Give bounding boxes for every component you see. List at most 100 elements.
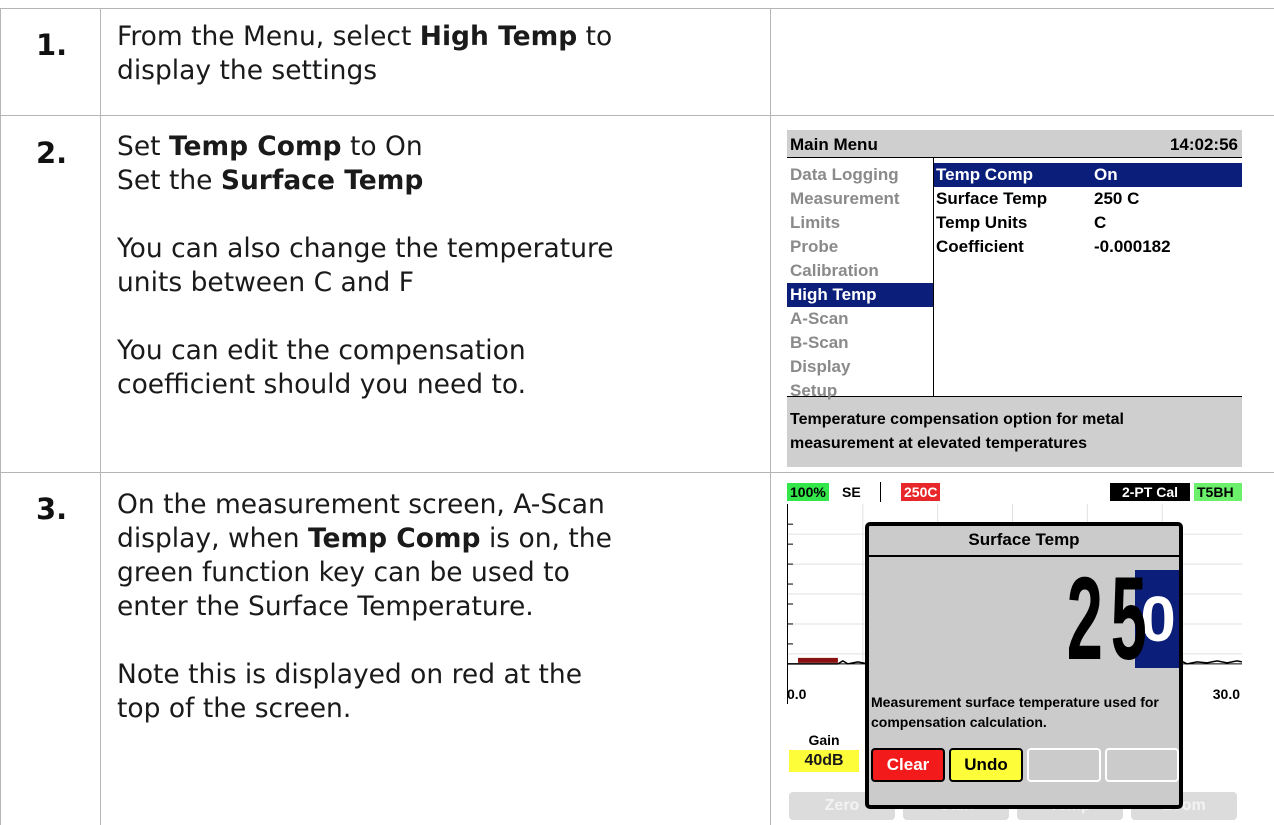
instruction-line: units between C and F [117, 266, 757, 300]
temperature-digit: 5 [1110, 553, 1147, 685]
menu-panel: Data Logging Measurement Limits Probe Calibr… [787, 157, 1242, 400]
step-1-instructions: From the Menu, select High Temp to displa… [117, 20, 757, 88]
setting-value: 250 C [1094, 189, 1140, 208]
menu-item-high-temp[interactable]: High Temp [787, 283, 933, 307]
menu-item-measurement[interactable]: Measurement [787, 187, 933, 211]
undo-button[interactable]: Undo [949, 748, 1023, 782]
gain-readout: Gain 40dB [789, 732, 859, 772]
instruction-emphasis: Temp Comp [168, 131, 342, 162]
instruction-line: display, when Temp Comp is on, the [117, 522, 757, 556]
instruction-line: On the measurement screen, A-Scan [117, 488, 757, 522]
menu-help-line: Temperature compensation option for meta… [790, 411, 1124, 428]
instruction-text: Note this is displayed on red at the [117, 659, 583, 690]
x-axis-min: 0.0 [787, 686, 807, 702]
setting-label: Coefficient [936, 237, 1024, 256]
instruction-text: display the settings [117, 55, 378, 86]
gain-value: 40dB [789, 750, 859, 772]
instruction-text: green function key can be used to [117, 557, 570, 588]
dialog-help-line: Measurement surface temperature used for [871, 694, 1159, 710]
setting-surface-temp[interactable]: Surface Temp 250 C [934, 187, 1242, 211]
menu-item-data-logging[interactable]: Data Logging [787, 163, 933, 187]
instruction-line: top of the screen. [117, 692, 757, 726]
setting-value: -0.000182 [1094, 237, 1171, 256]
dialog-help-line: compensation calculation. [871, 714, 1047, 730]
instruction-text: From the Menu, select [117, 21, 420, 52]
dialog-help-text: Measurement surface temperature used for… [871, 692, 1171, 732]
instruction-line: Note this is displayed on red at the [117, 658, 757, 692]
instruction-text: coefficient should you need to. [117, 369, 527, 400]
temperature-entry[interactable]: 2 5 0 [1047, 553, 1179, 685]
menu-item-probe[interactable]: Probe [787, 235, 933, 259]
table-border-left [0, 8, 1, 825]
calibration-badge: 2-PT Cal [1110, 483, 1190, 501]
probe-badge: T5BH [1194, 483, 1242, 501]
instruction-text: display, when [117, 523, 308, 554]
instruction-text: to [577, 21, 613, 52]
instruction-line: coefficient should you need to. [117, 368, 757, 402]
blank-key[interactable] [1105, 748, 1179, 782]
instruction-emphasis: Surface Temp [220, 165, 424, 196]
menu-help-text: Temperature compensation option for meta… [790, 408, 1230, 456]
setting-label: Surface Temp [936, 189, 1048, 208]
menu-clock: 14:02:56 [1169, 135, 1238, 154]
instruction-line: You can also change the temperature [117, 232, 757, 266]
instruction-text: to On [341, 131, 423, 162]
menu-item-limits[interactable]: Limits [787, 211, 933, 235]
instruction-text: You can edit the compensation [117, 335, 526, 366]
menu-item-calibration[interactable]: Calibration [787, 259, 933, 283]
battery-badge: 100% [787, 483, 829, 501]
instruction-text: units between C and F [117, 267, 415, 298]
temperature-digit: 2 [1066, 553, 1103, 685]
menu-item-setup[interactable]: Setup [787, 379, 933, 403]
instruction-text: top of the screen. [117, 693, 352, 724]
instruction-line: green function key can be used to [117, 556, 757, 590]
settings-list: Temp Comp On Surface Temp 250 C Temp Units C C… [934, 163, 1242, 259]
table-border-row2 [0, 472, 1274, 473]
instruction-text: is on, the [480, 523, 612, 554]
instruction-text: You can also change the temperature [117, 233, 614, 264]
step-2-instructions: Set Temp Comp to On Set the Surface Temp Y… [117, 130, 757, 402]
instruction-line: enter the Surface Temperature. [117, 590, 757, 624]
instruction-line: display the settings [117, 54, 757, 88]
plot-ticks [788, 523, 793, 645]
surface-temp-dialog: Surface Temp 2 5 0 Measurement surface t… [865, 522, 1183, 809]
instruction-text: enter the Surface Temperature. [117, 591, 534, 622]
temp-badge: 250C [901, 483, 941, 501]
status-bar: 100% SE 250C 2-PT Cal T5BH [787, 482, 1242, 502]
setting-label: Temp Comp [936, 165, 1033, 184]
table-border-col1 [100, 8, 101, 825]
setting-temp-comp[interactable]: Temp Comp On [934, 163, 1242, 187]
gain-label: Gain [808, 732, 840, 748]
menu-item-b-scan[interactable]: B-Scan [787, 331, 933, 355]
blank-key[interactable] [1027, 748, 1101, 782]
instruction-line: From the Menu, select High Temp to [117, 20, 757, 54]
menu-title: Main Menu [790, 135, 878, 154]
x-axis-max: 30.0 [1212, 686, 1240, 702]
step-number: 2. [36, 136, 68, 170]
menu-item-display[interactable]: Display [787, 355, 933, 379]
instruction-text: On the measurement screen, A-Scan [117, 489, 605, 520]
setting-value: C [1094, 213, 1107, 232]
dialog-keys: Clear Undo [871, 748, 1179, 782]
table-border-top [0, 8, 1274, 9]
instruction-line: Set Temp Comp to On [117, 130, 757, 164]
menu-item-a-scan[interactable]: A-Scan [787, 307, 933, 331]
instruction-line: Set the Surface Temp [117, 164, 757, 198]
instruction-text: Set the [117, 165, 221, 196]
setting-coefficient[interactable]: Coefficient -0.000182 [934, 235, 1242, 259]
setting-temp-units[interactable]: Temp Units C [934, 211, 1242, 235]
instruction-line: You can edit the compensation [117, 334, 757, 368]
table-border-col2 [770, 8, 771, 825]
menu-help-line: measurement at elevated temperatures [790, 435, 1088, 452]
ascan-screen: 100% SE 250C 2-PT Cal T5BH 0.0 30.0 Gain… [787, 482, 1242, 822]
instruction-text: Set [117, 131, 169, 162]
instruction-emphasis: High Temp [419, 21, 578, 52]
menu-list: Data Logging Measurement Limits Probe Calibr… [787, 163, 933, 403]
step-3-instructions: On the measurement screen, A-Scan display… [117, 488, 757, 726]
clear-button[interactable]: Clear [871, 748, 945, 782]
setting-value: On [1094, 165, 1118, 184]
instruction-emphasis: Temp Comp [307, 523, 481, 554]
